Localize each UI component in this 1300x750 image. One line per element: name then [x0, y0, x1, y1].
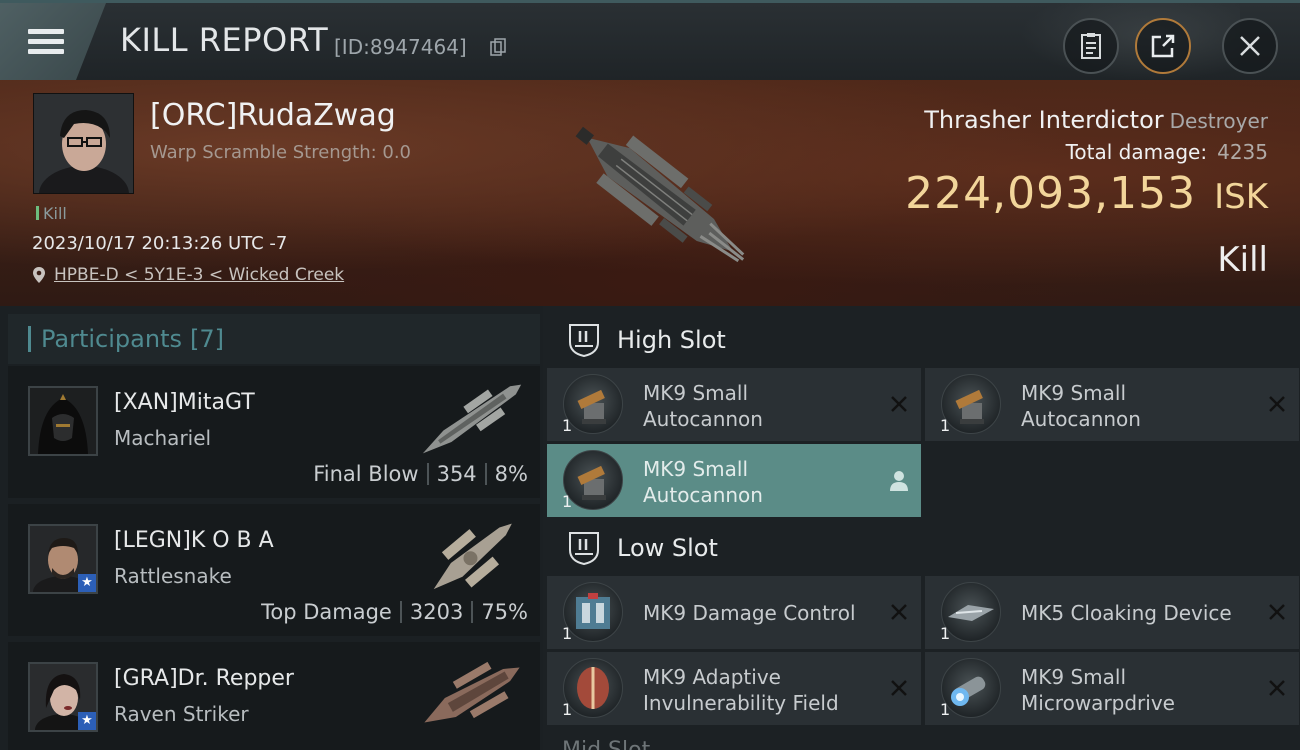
participants-panel: Participants [7] [XAN]MitaGT Machariel Fi… — [0, 306, 543, 750]
report-id: [ID:8947464] — [334, 35, 467, 59]
pilot-portrait-image — [34, 94, 133, 193]
participant-ship: Raven Striker — [114, 702, 249, 726]
destroyed-icon — [891, 604, 907, 620]
module-quantity: 1 — [562, 624, 573, 643]
kill-timestamp: 2023/10/17 20:13:26 UTC -7 — [32, 233, 288, 254]
victim-portrait[interactable] — [33, 93, 134, 194]
page-title: KILL REPORT — [120, 21, 329, 59]
participant-ship: Machariel — [114, 426, 212, 450]
module-item[interactable]: 1 MK9 Damage Control — [547, 576, 921, 649]
module-name: MK5 Cloaking Device — [1021, 601, 1232, 625]
isk-value: 224,093,153 ISK — [905, 168, 1268, 219]
share-button[interactable] — [1135, 18, 1191, 74]
participant-ship-image — [422, 384, 522, 454]
module-quantity: 1 — [940, 700, 951, 719]
participants-header: Participants [7] — [8, 314, 540, 364]
destroyed-icon — [1269, 604, 1285, 620]
kill-location[interactable]: HPBE-D < 5Y1E-3 < Wicked Creek — [32, 265, 344, 285]
participant-ship: Rattlesnake — [114, 564, 232, 588]
module-quantity: 1 — [562, 492, 573, 511]
module-name: MK9 Adaptive Invulnerability Field — [643, 665, 839, 715]
destroyed-icon — [1269, 396, 1285, 412]
header-decoration — [1020, 3, 1240, 81]
module-name: MK9 Small Microwarpdrive — [1021, 665, 1175, 715]
header-bar: KILL REPORT [ID:8947464] — [0, 0, 1300, 81]
victim-summary: [ORC]RudaZwag Warp Scramble Strength: 0.… — [0, 80, 1300, 306]
module-name: MK9 Small Autocannon — [643, 457, 763, 507]
share-icon — [1151, 34, 1175, 58]
participant-name: [XAN]MitaGT — [114, 390, 255, 415]
destroyed-icon — [891, 396, 907, 412]
module-name: MK9 Small Autocannon — [643, 381, 763, 431]
close-button[interactable] — [1222, 18, 1278, 74]
avatar: ★ — [28, 662, 98, 732]
low-slot-shield-icon — [569, 532, 599, 566]
warp-scramble-strength: Warp Scramble Strength: 0.0 — [150, 142, 412, 163]
destroyed-icon — [1269, 680, 1285, 696]
mid-slot-header-peek: Mid Slot — [562, 738, 650, 750]
module-item[interactable]: 1 MK9 Small Microwarpdrive — [925, 652, 1299, 725]
avatar — [28, 386, 98, 456]
participant-stats: Final Blow 354 8% — [313, 462, 528, 486]
participant-ship-image — [433, 523, 512, 590]
kill-tag: Kill — [36, 204, 67, 223]
copy-icon[interactable] — [490, 38, 506, 56]
high-slot-header: High Slot — [547, 310, 1299, 370]
module-item[interactable]: 1 MK5 Cloaking Device — [925, 576, 1299, 649]
module-quantity: 1 — [562, 700, 573, 719]
victim-ship-image — [575, 126, 745, 263]
participant-name: [GRA]Dr. Repper — [114, 666, 294, 691]
module-quantity: 1 — [940, 416, 951, 435]
close-icon — [1240, 36, 1260, 56]
module-quantity: 1 — [562, 416, 573, 435]
victim-ship-name[interactable]: Thrasher Interdictor Destroyer — [924, 106, 1268, 134]
person-icon — [890, 471, 908, 491]
star-badge-icon: ★ — [78, 712, 96, 730]
module-quantity: 1 — [940, 624, 951, 643]
module-item[interactable]: 1 MK9 Adaptive Invulnerability Field — [547, 652, 921, 725]
destroyed-icon — [891, 680, 907, 696]
module-item[interactable]: 1 MK9 Small Autocannon — [925, 368, 1299, 441]
victim-pilot-name[interactable]: [ORC]RudaZwag — [150, 98, 396, 133]
avatar: ★ — [28, 524, 98, 594]
module-name: MK9 Damage Control — [643, 601, 856, 625]
kill-result: Kill — [1217, 240, 1268, 280]
participant-ship-image — [424, 661, 520, 723]
high-slot-shield-icon — [569, 324, 599, 358]
participant-card[interactable]: ★ [LEGN]K O B A Rattlesnake Top Damage 32… — [8, 504, 540, 636]
fitting-panel: High Slot 1 MK9 Small Autocannon 1 MK9 Sm… — [543, 306, 1300, 750]
menu-icon — [28, 24, 64, 59]
clipboard-button[interactable] — [1063, 18, 1119, 74]
participant-stats: Top Damage 3203 75% — [261, 600, 528, 624]
module-item[interactable]: 1 MK9 Small Autocannon — [547, 444, 921, 517]
participant-card[interactable]: ★ [GRA]Dr. Repper Raven Striker — [8, 642, 540, 750]
star-badge-icon: ★ — [78, 574, 96, 592]
location-pin-icon — [33, 267, 45, 283]
low-slot-header: Low Slot — [547, 518, 1299, 578]
participant-name: [LEGN]K O B A — [114, 528, 274, 553]
module-name: MK9 Small Autocannon — [1021, 381, 1141, 431]
participant-card[interactable]: [XAN]MitaGT Machariel Final Blow 354 8% — [8, 366, 540, 498]
total-damage: Total damage: 4235 — [1065, 140, 1268, 164]
module-item[interactable]: 1 MK9 Small Autocannon — [547, 368, 921, 441]
menu-button[interactable] — [0, 3, 106, 80]
clipboard-icon — [1081, 33, 1101, 59]
